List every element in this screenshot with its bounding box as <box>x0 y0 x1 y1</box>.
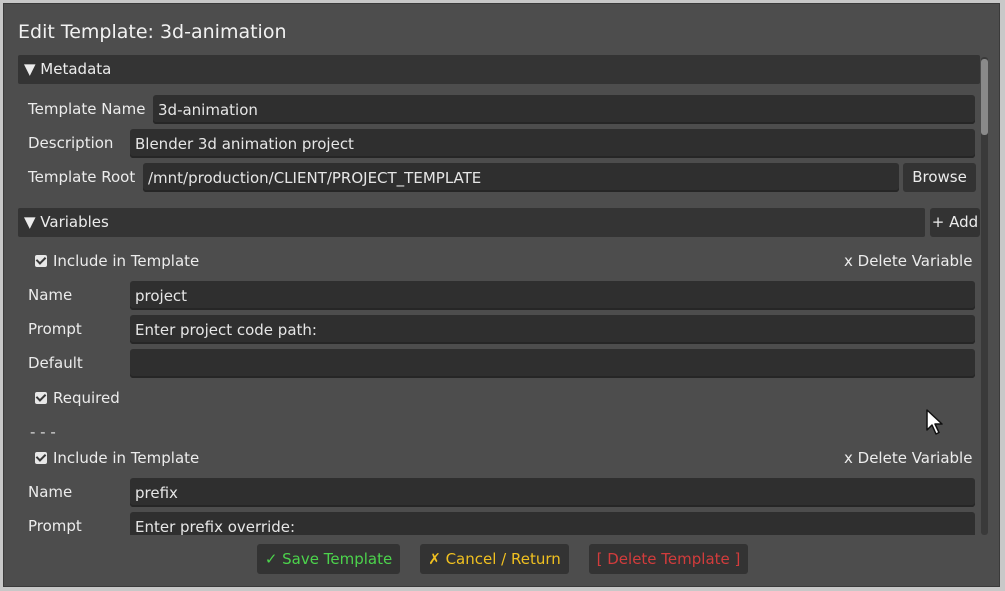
scroll-viewport: ▼ Metadata Template Name Description Tem… <box>18 55 980 535</box>
include-in-template-checkbox[interactable]: Include in Template <box>35 444 199 473</box>
variables-section-header[interactable]: ▼ Variables <box>18 208 925 237</box>
edit-template-window: Edit Template: 3d-animation ▼ Metadata T… <box>3 3 1000 587</box>
checkbox-checked-icon[interactable] <box>35 392 47 404</box>
variable-name-input[interactable] <box>130 478 975 507</box>
required-label: Required <box>53 389 120 407</box>
cancel-return-button[interactable]: ✗ Cancel / Return <box>420 544 569 574</box>
variable-default-label: Default <box>28 354 83 372</box>
save-template-button[interactable]: ✓ Save Template <box>257 544 400 574</box>
template-name-input[interactable] <box>153 95 975 124</box>
checkbox-checked-icon[interactable] <box>35 452 47 464</box>
include-in-template-label: Include in Template <box>53 449 200 467</box>
variable-default-input[interactable] <box>130 349 975 378</box>
template-root-input[interactable] <box>143 163 899 192</box>
variable-name-input[interactable] <box>130 281 975 310</box>
variable-prompt-input[interactable] <box>130 512 975 535</box>
variable-name-label: Name <box>28 483 73 501</box>
description-label: Description <box>28 134 114 152</box>
variable-prompt-label: Prompt <box>28 320 82 338</box>
window-title: Edit Template: 3d-animation <box>18 21 287 43</box>
template-name-label: Template Name <box>28 100 146 118</box>
variable-separator: - - - <box>30 423 56 441</box>
description-input[interactable] <box>130 129 975 158</box>
metadata-section-header[interactable]: ▼ Metadata <box>18 55 980 84</box>
scrollbar-thumb[interactable] <box>981 59 988 135</box>
vertical-scrollbar[interactable] <box>981 57 988 535</box>
template-root-label: Template Root <box>28 168 136 186</box>
include-in-template-checkbox[interactable]: Include in Template <box>35 247 199 276</box>
delete-template-button[interactable]: [ Delete Template ] <box>589 544 748 574</box>
add-variable-button[interactable]: + Add <box>930 208 980 237</box>
variable-name-label: Name <box>28 286 73 304</box>
delete-variable-button[interactable]: x Delete Variable <box>844 247 972 276</box>
checkbox-checked-icon[interactable] <box>35 255 47 267</box>
variable-prompt-label: Prompt <box>28 517 82 535</box>
variable-prompt-input[interactable] <box>130 315 975 344</box>
required-checkbox[interactable]: Required <box>35 384 120 413</box>
include-in-template-label: Include in Template <box>53 252 200 270</box>
delete-variable-button[interactable]: x Delete Variable <box>844 444 972 473</box>
browse-button[interactable]: Browse <box>903 163 976 192</box>
mouse-cursor-icon <box>926 409 943 435</box>
